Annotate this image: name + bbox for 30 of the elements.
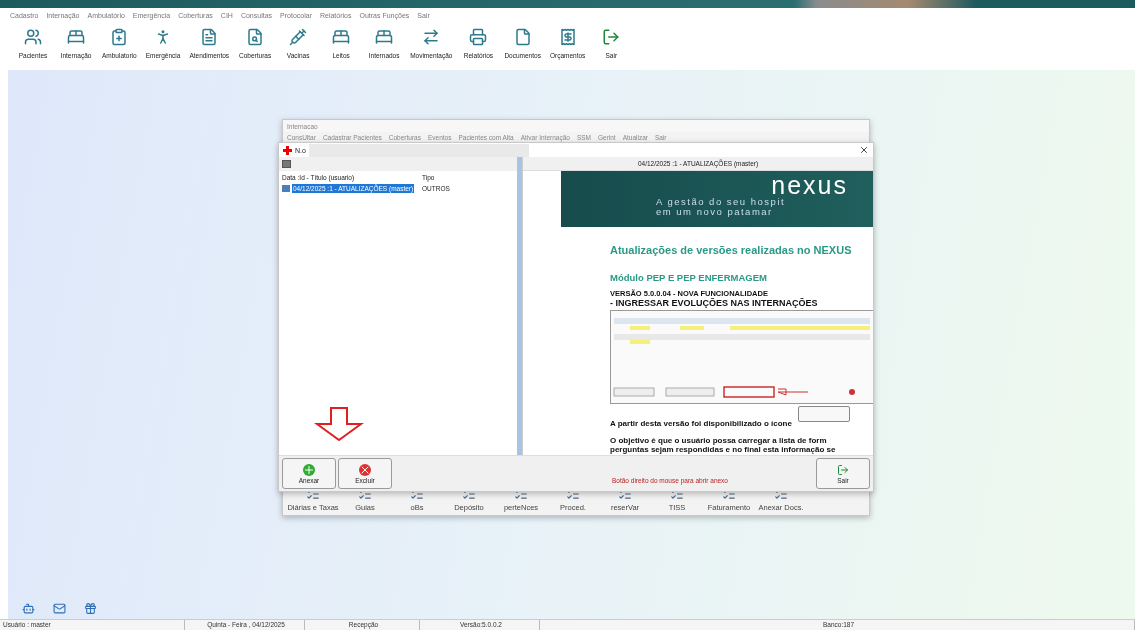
cross-icon — [283, 145, 292, 155]
close-button[interactable] — [859, 145, 869, 155]
robot-icon[interactable] — [22, 602, 35, 615]
down-arrow-drawing — [314, 407, 364, 441]
people-icon — [24, 28, 42, 46]
plus-icon — [303, 463, 315, 476]
brand-logo: nexus — [771, 173, 849, 197]
file-icon — [513, 28, 532, 46]
mail-icon[interactable] — [53, 602, 66, 615]
paragraph: O objetivo é que o usuário possa carregar a lista de form — [610, 436, 828, 445]
exit-icon — [837, 463, 849, 476]
feature-heading: - INGRESSAR EVOLUÇÕES NAS INTERNAÇÕES — [610, 298, 819, 308]
delete-icon — [359, 463, 371, 476]
bed-icon — [67, 28, 85, 46]
document-heading: Atualizações de versões realizadas no NEXUS — [610, 244, 853, 256]
document-search-icon — [246, 28, 265, 46]
gift-icon[interactable] — [84, 602, 97, 615]
clipboard-icon — [110, 28, 129, 46]
bed-icon — [332, 28, 351, 46]
module-heading: Módulo PEP E PEP ENFERMAGEM — [610, 272, 768, 283]
exit-icon — [602, 28, 621, 46]
bed-icon — [375, 28, 394, 46]
transfer-icon — [422, 28, 441, 46]
tagline: A gestão do seu hospit — [655, 197, 786, 207]
paragraph: A partir desta versão foi disponibilizado o ícone — [610, 419, 792, 428]
printer-icon — [469, 28, 488, 46]
receipt-icon — [558, 28, 577, 46]
paragraph: perguntas sejam respondidas e no final esta informação se — [610, 445, 837, 454]
syringe-icon — [289, 28, 308, 46]
tagline: em um novo patamar — [655, 207, 773, 217]
